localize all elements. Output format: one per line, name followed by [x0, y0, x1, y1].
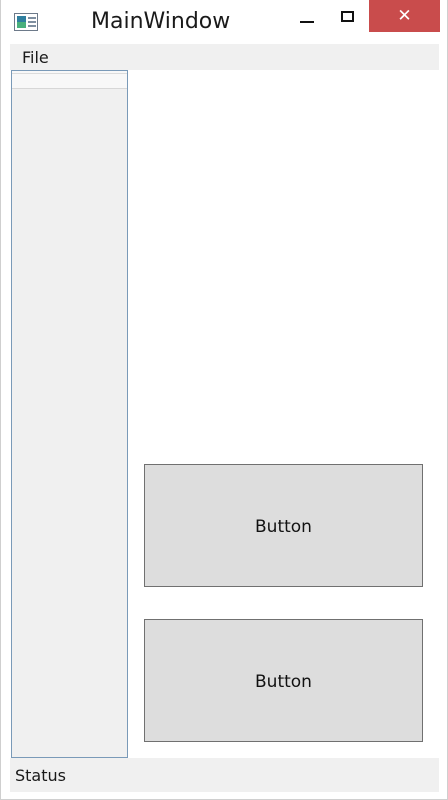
maximize-icon	[341, 11, 354, 22]
menu-bar: File	[10, 44, 439, 70]
button-top-label: Button	[255, 517, 312, 537]
main-window: MainWindow ✕ File Button Button Status	[0, 0, 448, 800]
close-button[interactable]: ✕	[369, 0, 440, 32]
window-title: MainWindow	[91, 9, 231, 34]
button-bottom-label: Button	[255, 672, 312, 692]
close-icon: ✕	[397, 6, 412, 26]
app-icon[interactable]	[14, 13, 38, 31]
list-header-divider	[12, 73, 127, 74]
list-header[interactable]	[12, 71, 127, 89]
minimize-button[interactable]	[289, 4, 325, 32]
button-bottom[interactable]: Button	[144, 619, 423, 742]
button-top[interactable]: Button	[144, 464, 423, 587]
list-panel[interactable]	[11, 70, 128, 758]
maximize-button[interactable]	[329, 4, 365, 32]
title-bar[interactable]: MainWindow ✕	[1, 0, 447, 44]
status-text: Status	[15, 766, 66, 785]
minimize-icon	[300, 21, 314, 23]
menu-item-file[interactable]: File	[22, 48, 49, 67]
status-bar: Status	[10, 758, 439, 792]
